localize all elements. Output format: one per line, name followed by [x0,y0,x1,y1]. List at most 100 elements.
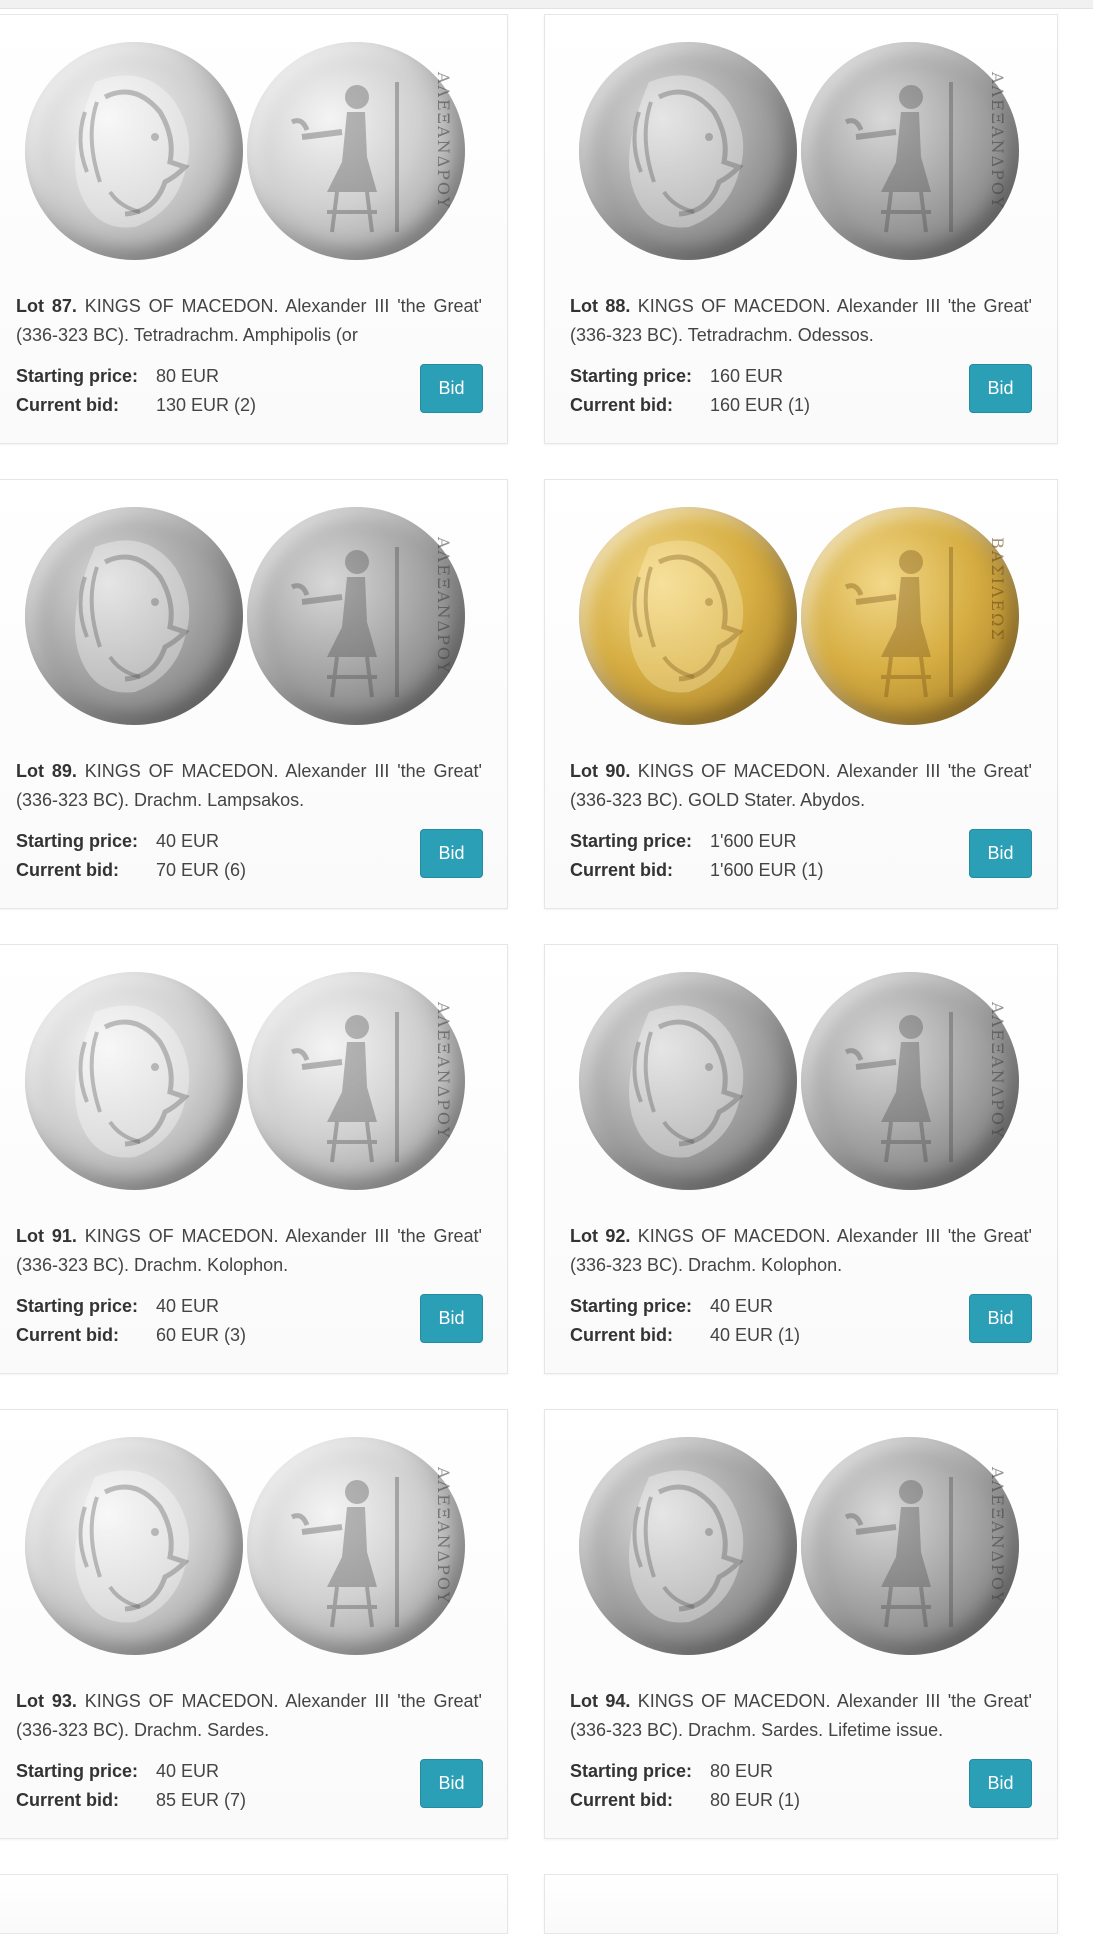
price-block: Starting price: 80 EUR Current bid: 130 EUR… [16,362,256,420]
price-block: Starting price: 1'600 EUR Current bid: 1'60… [570,827,823,885]
bid-button[interactable]: Bid [969,364,1032,413]
lot-description[interactable]: Lot 87. KINGS OF MACEDON. Alexander III … [16,292,482,350]
coin-reverse-image[interactable]: ΑΛΕΞΑΝΔΡΟΥ [247,972,465,1190]
lot-description[interactable]: Lot 91. KINGS OF MACEDON. Alexander III … [16,1222,482,1280]
coin-reverse-image[interactable]: ΑΛΕΞΑΝΔΡΟΥ [247,42,465,260]
bid-button[interactable]: Bid [969,829,1032,878]
current-bid-row: Current bid: 130 EUR (2) [16,391,256,420]
coin-obverse-image[interactable] [579,42,797,260]
lot-number: Lot 91. [16,1226,77,1246]
coin-reverse-image[interactable]: ΑΛΕΞΑΝΔΡΟΥ [247,1437,465,1655]
lot-title: KINGS OF MACEDON. Alexander III 'the Gre… [16,296,482,345]
coin-images[interactable]: ΑΛΕΞΑΝΔΡΟΥ [545,42,1057,262]
coin-obverse-image[interactable] [579,507,797,725]
price-block: Starting price: 40 EUR Current bid: 70 EUR … [16,827,246,885]
starting-price-label: Starting price: [570,1761,693,1781]
current-bid-value: 130 EUR (2) [156,395,257,415]
current-bid-value: 160 EUR (1) [710,395,811,415]
coin-legend: ΑΛΕΞΑΝΔΡΟΥ [434,72,453,210]
starting-price-value: 40 EUR [156,1296,220,1316]
coin-legend: ΑΛΕΞΑΝΔΡΟΥ [434,1002,453,1140]
coin-legend: ΑΛΕΞΑΝΔΡΟΥ [434,537,453,675]
current-bid-value: 1'600 EUR (1) [710,860,824,880]
lot-description[interactable]: Lot 88. KINGS OF MACEDON. Alexander III … [570,292,1032,350]
starting-price-label: Starting price: [16,1761,139,1781]
lot-card[interactable]: ΑΛΕΞΑΝΔΡΟΥ Lot 93. KINGS OF MACEDON. Alex… [0,1409,508,1839]
current-bid-row: Current bid: 60 EUR (3) [16,1321,246,1350]
lot-number: Lot 93. [16,1691,77,1711]
lot-card-partial[interactable] [544,1874,1058,1934]
starting-price-label: Starting price: [570,831,693,851]
coin-images[interactable]: ΑΛΕΞΑΝΔΡΟΥ [545,1437,1057,1657]
current-bid-row: Current bid: 160 EUR (1) [570,391,810,420]
lot-number: Lot 88. [570,296,631,316]
price-block: Starting price: 40 EUR Current bid: 85 EUR … [16,1757,246,1815]
coin-images[interactable]: ΑΛΕΞΑΝΔΡΟΥ [0,507,507,727]
coin-images[interactable]: ΑΛΕΞΑΝΔΡΟΥ [545,972,1057,1192]
lot-number: Lot 94. [570,1691,631,1711]
coin-obverse-image[interactable] [579,972,797,1190]
coin-images[interactable]: ΑΛΕΞΑΝΔΡΟΥ [0,1437,507,1657]
current-bid-label: Current bid: [570,395,673,415]
bid-button[interactable]: Bid [420,364,483,413]
price-block: Starting price: 80 EUR Current bid: 80 EUR … [570,1757,800,1815]
coin-obverse-image[interactable] [25,507,243,725]
current-bid-value: 40 EUR (1) [710,1325,801,1345]
current-bid-label: Current bid: [570,1325,673,1345]
coin-images[interactable]: ΒΑΣΙΛΕΩΣ [545,507,1057,727]
bid-button[interactable]: Bid [420,1759,483,1808]
lot-card[interactable]: ΑΛΕΞΑΝΔΡΟΥ Lot 87. KINGS OF MACEDON. Alex… [0,14,508,444]
coin-legend: ΑΛΕΞΑΝΔΡΟΥ [988,72,1007,210]
lot-card[interactable]: ΒΑΣΙΛΕΩΣ Lot 90. KINGS OF MACEDON. Alexan… [544,479,1058,909]
starting-price-label: Starting price: [570,366,693,386]
bid-button[interactable]: Bid [420,1294,483,1343]
current-bid-value: 60 EUR (3) [156,1325,247,1345]
coin-obverse-image[interactable] [25,972,243,1190]
coin-obverse-image[interactable] [25,42,243,260]
lot-card-partial[interactable] [0,1874,508,1934]
lot-description[interactable]: Lot 90. KINGS OF MACEDON. Alexander III … [570,757,1032,815]
current-bid-label: Current bid: [16,860,119,880]
coin-legend: ΒΑΣΙΛΕΩΣ [988,537,1007,642]
lot-description[interactable]: Lot 94. KINGS OF MACEDON. Alexander III … [570,1687,1032,1745]
starting-price-row: Starting price: 80 EUR [16,362,256,391]
lot-description[interactable]: Lot 92. KINGS OF MACEDON. Alexander III … [570,1222,1032,1280]
coin-reverse-image[interactable]: ΑΛΕΞΑΝΔΡΟΥ [247,507,465,725]
bid-button[interactable]: Bid [420,829,483,878]
coin-reverse-image[interactable]: ΒΑΣΙΛΕΩΣ [801,507,1019,725]
lot-card[interactable]: ΑΛΕΞΑΝΔΡΟΥ Lot 92. KINGS OF MACEDON. Alex… [544,944,1058,1374]
lot-card[interactable]: ΑΛΕΞΑΝΔΡΟΥ Lot 88. KINGS OF MACEDON. Alex… [544,14,1058,444]
bid-button[interactable]: Bid [969,1759,1032,1808]
current-bid-label: Current bid: [16,395,119,415]
lot-title: KINGS OF MACEDON. Alexander III 'the Gre… [16,1691,482,1740]
coin-legend: ΑΛΕΞΑΝΔΡΟΥ [988,1002,1007,1140]
coin-legend: ΑΛΕΞΑΝΔΡΟΥ [434,1467,453,1605]
coin-reverse-image[interactable]: ΑΛΕΞΑΝΔΡΟΥ [801,42,1019,260]
starting-price-label: Starting price: [570,1296,693,1316]
starting-price-label: Starting price: [16,1296,139,1316]
coin-reverse-image[interactable]: ΑΛΕΞΑΝΔΡΟΥ [801,972,1019,1190]
lot-card[interactable]: ΑΛΕΞΑΝΔΡΟΥ Lot 91. KINGS OF MACEDON. Alex… [0,944,508,1374]
current-bid-row: Current bid: 70 EUR (6) [16,856,246,885]
starting-price-value: 80 EUR [710,1761,774,1781]
lot-number: Lot 87. [16,296,77,316]
starting-price-value: 160 EUR [710,366,784,386]
coin-obverse-image[interactable] [25,1437,243,1655]
coin-images[interactable]: ΑΛΕΞΑΝΔΡΟΥ [0,972,507,1192]
bid-button[interactable]: Bid [969,1294,1032,1343]
current-bid-row: Current bid: 1'600 EUR (1) [570,856,823,885]
coin-reverse-image[interactable]: ΑΛΕΞΑΝΔΡΟΥ [801,1437,1019,1655]
starting-price-value: 40 EUR [156,831,220,851]
starting-price-value: 40 EUR [710,1296,774,1316]
lot-description[interactable]: Lot 89. KINGS OF MACEDON. Alexander III … [16,757,482,815]
coin-legend: ΑΛΕΞΑΝΔΡΟΥ [988,1467,1007,1605]
starting-price-label: Starting price: [16,831,139,851]
starting-price-value: 1'600 EUR [710,831,797,851]
coin-obverse-image[interactable] [579,1437,797,1655]
coin-images[interactable]: ΑΛΕΞΑΝΔΡΟΥ [0,42,507,262]
lot-card[interactable]: ΑΛΕΞΑΝΔΡΟΥ Lot 89. KINGS OF MACEDON. Alex… [0,479,508,909]
lot-description[interactable]: Lot 93. KINGS OF MACEDON. Alexander III … [16,1687,482,1745]
starting-price-value: 40 EUR [156,1761,220,1781]
lot-title: KINGS OF MACEDON. Alexander III 'the Gre… [570,1691,1032,1740]
lot-card[interactable]: ΑΛΕΞΑΝΔΡΟΥ Lot 94. KINGS OF MACEDON. Alex… [544,1409,1058,1839]
